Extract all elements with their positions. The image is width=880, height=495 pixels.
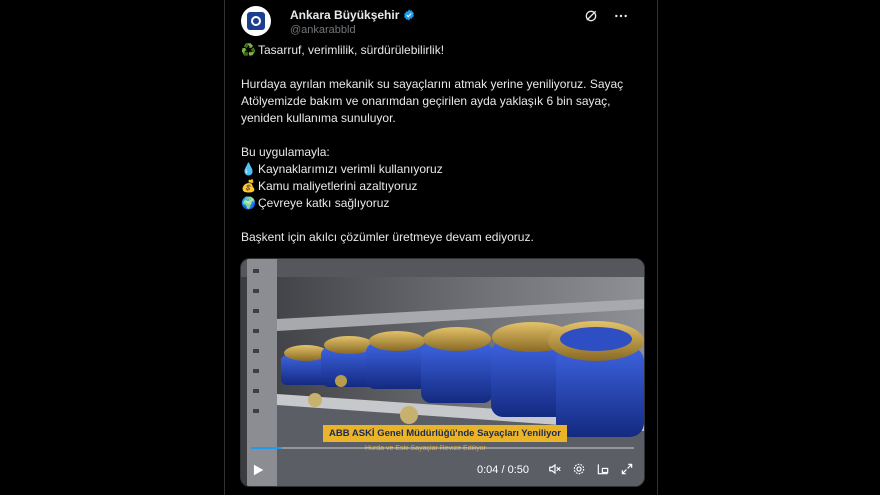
tweet-headline: ♻️ Tasarruf, verimlilik, sürdürülebilirli… (241, 42, 641, 59)
header-actions (583, 8, 629, 24)
video-controls: 0:04 / 0:50 (241, 460, 644, 482)
author-names: Ankara Büyükşehir @ankarabbld (290, 8, 415, 36)
video-caption-title: ABB ASKİ Genel Müdürlüğü'nde Sayaçları Y… (323, 425, 567, 442)
bullet-text: Çevreye katkı sağlıyoruz (258, 196, 390, 210)
fullscreen-icon[interactable] (620, 462, 634, 476)
video-player[interactable]: ABB ASKİ Genel Müdürlüğü'nde Sayaçları Y… (240, 258, 645, 487)
video-time: 0:04 / 0:50 (477, 464, 529, 476)
bullet-item: 💰 Kamu maliyetlerini azaltıyoruz (241, 178, 641, 195)
tweet-intro: Bu uygulamayla: (241, 145, 330, 159)
logo-icon (247, 12, 265, 30)
globe-icon: 🌍 (241, 196, 256, 210)
money-bag-icon: 💰 (241, 179, 256, 193)
droplet-icon: 💧 (241, 162, 256, 176)
recycle-icon: ♻️ (241, 43, 256, 57)
play-icon[interactable] (251, 463, 265, 477)
bullet-item: 🌍 Çevreye katkı sağlıyoruz (241, 195, 641, 212)
grok-icon[interactable] (583, 8, 599, 24)
mini-player-icon[interactable] (596, 462, 610, 476)
tweet-closing: Başkent için akılcı çözümler üretmeye de… (241, 230, 534, 244)
bullet-text: Kamu maliyetlerini azaltıyoruz (258, 179, 418, 193)
tweet-headline-text: Tasarruf, verimlilik, sürdürülebilirlik! (258, 43, 445, 57)
avatar[interactable] (241, 6, 271, 36)
video-control-icons (548, 462, 634, 476)
tweet-text: ♻️ Tasarruf, verimlilik, sürdürülebilirli… (241, 42, 641, 246)
tweet-header: Ankara Büyükşehir @ankarabbld (241, 6, 641, 38)
bullet-text: Kaynaklarımızı verimli kullanıyoruz (258, 162, 443, 176)
verified-badge-icon (404, 9, 415, 21)
bullet-item: 💧 Kaynaklarımızı verimli kullanıyoruz (241, 161, 641, 178)
mute-icon[interactable] (548, 462, 562, 476)
more-options-icon[interactable] (613, 8, 629, 24)
tweet-paragraph: Hurdaya ayrılan mekanik su sayaçlarını a… (241, 77, 624, 125)
settings-icon[interactable] (572, 462, 586, 476)
video-progress-fill (251, 447, 282, 449)
video-progress-bar[interactable] (251, 447, 634, 449)
author-handle[interactable]: @ankarabbld (290, 24, 415, 36)
tweet-container: Ankara Büyükşehir @ankarabbld ♻️ Tasarruf… (224, 0, 658, 495)
author-display-name[interactable]: Ankara Büyükşehir (290, 8, 399, 22)
